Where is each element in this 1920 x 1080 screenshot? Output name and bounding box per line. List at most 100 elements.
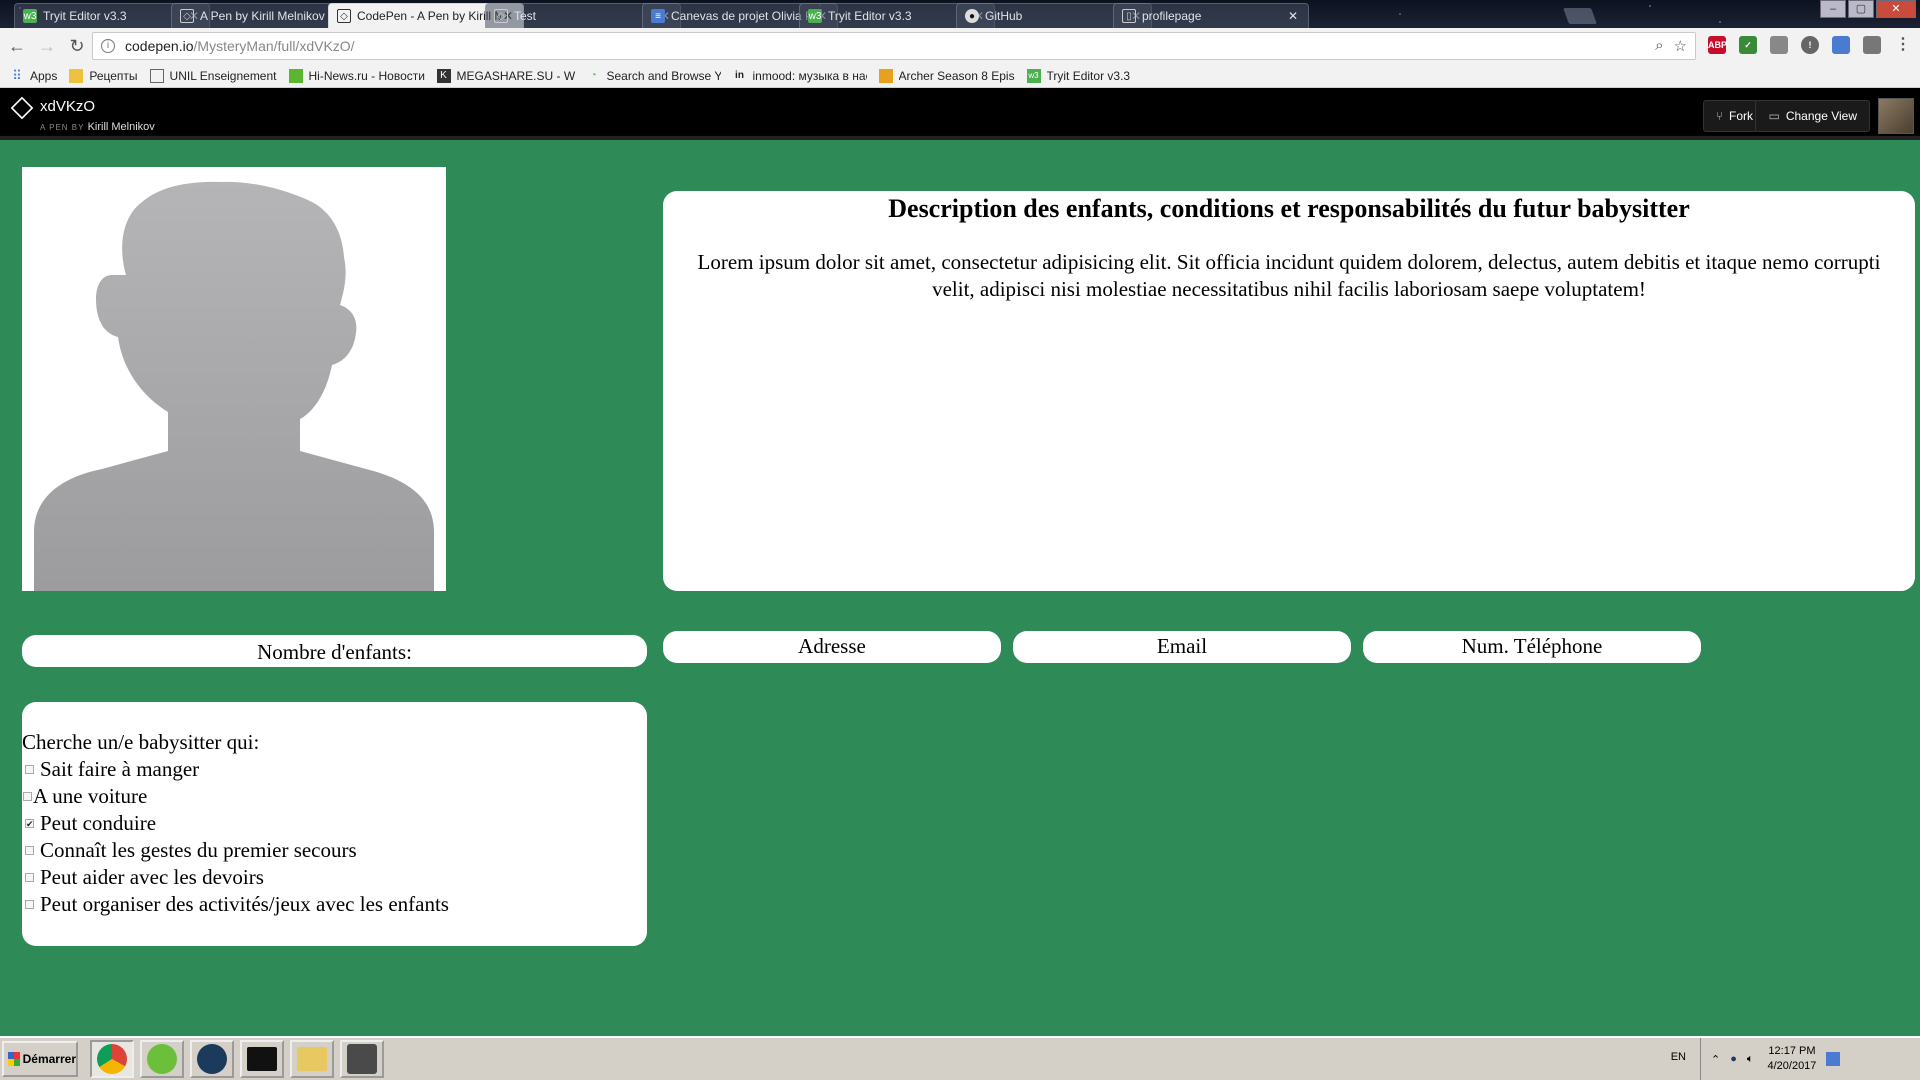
browser-tab-strip: w3 Tryit Editor v3.3 ✕ ◇ A Pen by Kirill… <box>0 0 1920 28</box>
bookmark-apps[interactable]: ⠿ Apps <box>10 68 58 83</box>
children-count-label: Nombre d'enfants: <box>257 640 412 664</box>
list-item: Peut organiser des activités/jeux avec l… <box>22 891 647 918</box>
megashare-icon: K <box>436 68 451 83</box>
hinews-icon <box>288 68 303 83</box>
list-item: Peut conduire <box>22 810 647 838</box>
codepen-icon: ◇ <box>494 9 508 23</box>
codepen-icon: ◇ <box>337 9 351 23</box>
reload-icon[interactable]: ↻ <box>62 36 92 57</box>
clock-time: 12:17 PM <box>1768 1045 1816 1057</box>
user-avatar[interactable] <box>1878 98 1914 134</box>
forward-arrow-icon[interactable]: → <box>32 36 62 57</box>
clock-date: 4/20/2017 <box>1767 1060 1817 1072</box>
car-checkbox[interactable] <box>23 792 32 801</box>
alert-extension-icon[interactable]: ! <box>1801 36 1819 54</box>
children-count-field[interactable]: Nombre d'enfants: <box>22 635 647 667</box>
fork-label: Fork <box>1729 109 1753 123</box>
checkbox-label: Connaît les gestes du premier secours <box>40 838 357 862</box>
bookmark-inmood[interactable]: in inmood: музыка в наст <box>733 68 867 83</box>
maximize-button[interactable]: ▢ <box>1848 0 1874 18</box>
bookmark-recipes[interactable]: Рецепты <box>69 68 138 83</box>
description-text: Lorem ipsum dolor sit amet, consectetur … <box>697 250 1881 301</box>
extension-icon[interactable] <box>1863 36 1881 54</box>
tab-label: GitHub <box>985 9 1023 23</box>
taskbar-explorer[interactable] <box>290 1040 334 1078</box>
checkbox-label: Sait faire à manger <box>40 757 200 781</box>
address-bar[interactable]: i codepen.io /MysteryMan/full/xdVKzO/ ⌕ … <box>92 32 1696 60</box>
bookmark-star-icon[interactable]: ☆ <box>1674 37 1687 55</box>
change-view-button[interactable]: ▭ Change View <box>1755 100 1870 132</box>
change-view-label: Change View <box>1785 109 1857 123</box>
bookmark-label: Tryit Editor v3.3 <box>1046 68 1131 83</box>
bookmark-label: inmood: музыка в наст <box>752 68 867 83</box>
drive-checkbox[interactable] <box>25 811 34 838</box>
email-field[interactable]: Email <box>1013 631 1351 663</box>
tab-label: Tryit Editor v3.3 <box>828 9 912 23</box>
back-arrow-icon[interactable]: ← <box>2 36 32 57</box>
clock[interactable]: 12:17 PM 4/20/2017 <box>1767 1044 1816 1074</box>
steam-tray-icon[interactable]: ● <box>1730 1053 1737 1065</box>
chevron-up-icon[interactable]: ⌃ <box>1711 1053 1720 1066</box>
tab-profilepage[interactable]: ▯ profilepage ✕ <box>1113 3 1309 28</box>
extension-icon[interactable] <box>1770 36 1788 54</box>
tab-label: A Pen by Kirill Melnikov <box>200 9 325 23</box>
list-item: Connaît les gestes du premier secours <box>22 837 647 864</box>
language-indicator[interactable]: EN <box>1671 1051 1686 1063</box>
checkbox-label: Peut organiser des activités/jeux avec l… <box>40 892 449 916</box>
cmd-icon <box>247 1047 277 1071</box>
phone-field[interactable]: Num. Téléphone <box>1363 631 1701 663</box>
list-item: Peut aider avec les devoirs <box>22 864 647 891</box>
taskbar-chrome[interactable] <box>90 1040 134 1078</box>
check-extension-icon[interactable]: ✓ <box>1739 36 1757 54</box>
taskbar: Démarrer EN ⌃ ● 🔈︎ 12:17 PM 4/20/2017 <box>0 1036 1920 1080</box>
bookmark-yify[interactable]: ◔ Search and Browse YIF <box>587 68 721 83</box>
close-icon[interactable]: ✕ <box>1286 9 1300 23</box>
homework-checkbox[interactable] <box>25 873 34 882</box>
volume-icon[interactable]: 🔈︎ <box>1747 1053 1754 1066</box>
bookmark-label: Search and Browse YIF <box>606 68 721 83</box>
address-label: Adresse <box>798 634 866 658</box>
bookmark-archer[interactable]: Archer Season 8 Episod <box>878 68 1015 83</box>
author-link[interactable]: Kirill Melnikov <box>88 121 155 133</box>
windows-logo-icon <box>8 1052 20 1066</box>
bookmarks-bar: ⠿ Apps Рецепты UNIL Enseignement Hi-News… <box>0 64 1920 88</box>
tab-label: Test <box>514 9 537 23</box>
codepen-logo-icon[interactable] <box>10 96 34 120</box>
taskbar-cmd[interactable] <box>240 1040 284 1078</box>
taskbar-sublime[interactable] <box>340 1040 384 1078</box>
info-icon[interactable]: i <box>101 39 115 53</box>
pen-output: Description des enfants, conditions et r… <box>0 144 1920 1036</box>
menu-icon[interactable]: ⋮ <box>1894 36 1912 54</box>
bookmark-label: Рецепты <box>89 68 138 83</box>
chrome-icon <box>97 1044 127 1074</box>
bookmark-label: Hi-News.ru - Новости в <box>308 68 425 83</box>
bookmark-megashare[interactable]: K MEGASHARE.SU - Watc <box>436 68 575 83</box>
bookmark-unil[interactable]: UNIL Enseignement <box>149 68 277 83</box>
minimize-button[interactable]: – <box>1820 0 1846 18</box>
bookmark-hinews[interactable]: Hi-News.ru - Новости в <box>288 68 425 83</box>
activities-checkbox[interactable] <box>25 900 34 909</box>
zoom-icon[interactable]: ⌕ <box>1655 37 1663 55</box>
new-tab-button[interactable] <box>1563 8 1597 24</box>
bookmark-label: Archer Season 8 Episod <box>898 68 1015 83</box>
address-field[interactable]: Adresse <box>663 631 1001 663</box>
browser-toolbar: ← → ↻ i codepen.io /MysteryMan/full/xdVK… <box>0 28 1920 64</box>
taskbar-utorrent[interactable] <box>140 1040 184 1078</box>
bookmark-label: Apps <box>30 68 58 83</box>
window-close-button[interactable]: ✕ <box>1876 0 1916 18</box>
url-host: codepen.io <box>125 38 194 54</box>
extension-icons: ABP ✓ ! ⋮ <box>1708 36 1912 54</box>
adblock-plus-icon[interactable]: ABP <box>1708 36 1727 54</box>
list-item: Sait faire à manger <box>22 756 647 783</box>
url-path: /MysteryMan/full/xdVKzO/ <box>193 38 355 54</box>
document-extension-icon[interactable] <box>1832 36 1850 54</box>
first-aid-checkbox[interactable] <box>25 846 34 855</box>
requirements-card: Cherche un/e babysitter qui: Sait faire … <box>22 702 647 946</box>
taskbar-steam[interactable] <box>190 1040 234 1078</box>
bookmark-tryit[interactable]: w3 Tryit Editor v3.3 <box>1026 68 1131 83</box>
folder-icon <box>69 68 84 83</box>
cook-checkbox[interactable] <box>25 765 34 774</box>
checkbox-label: A une voiture <box>33 784 148 808</box>
show-desktop-icon[interactable] <box>1826 1052 1841 1066</box>
start-button[interactable]: Démarrer <box>2 1041 78 1077</box>
